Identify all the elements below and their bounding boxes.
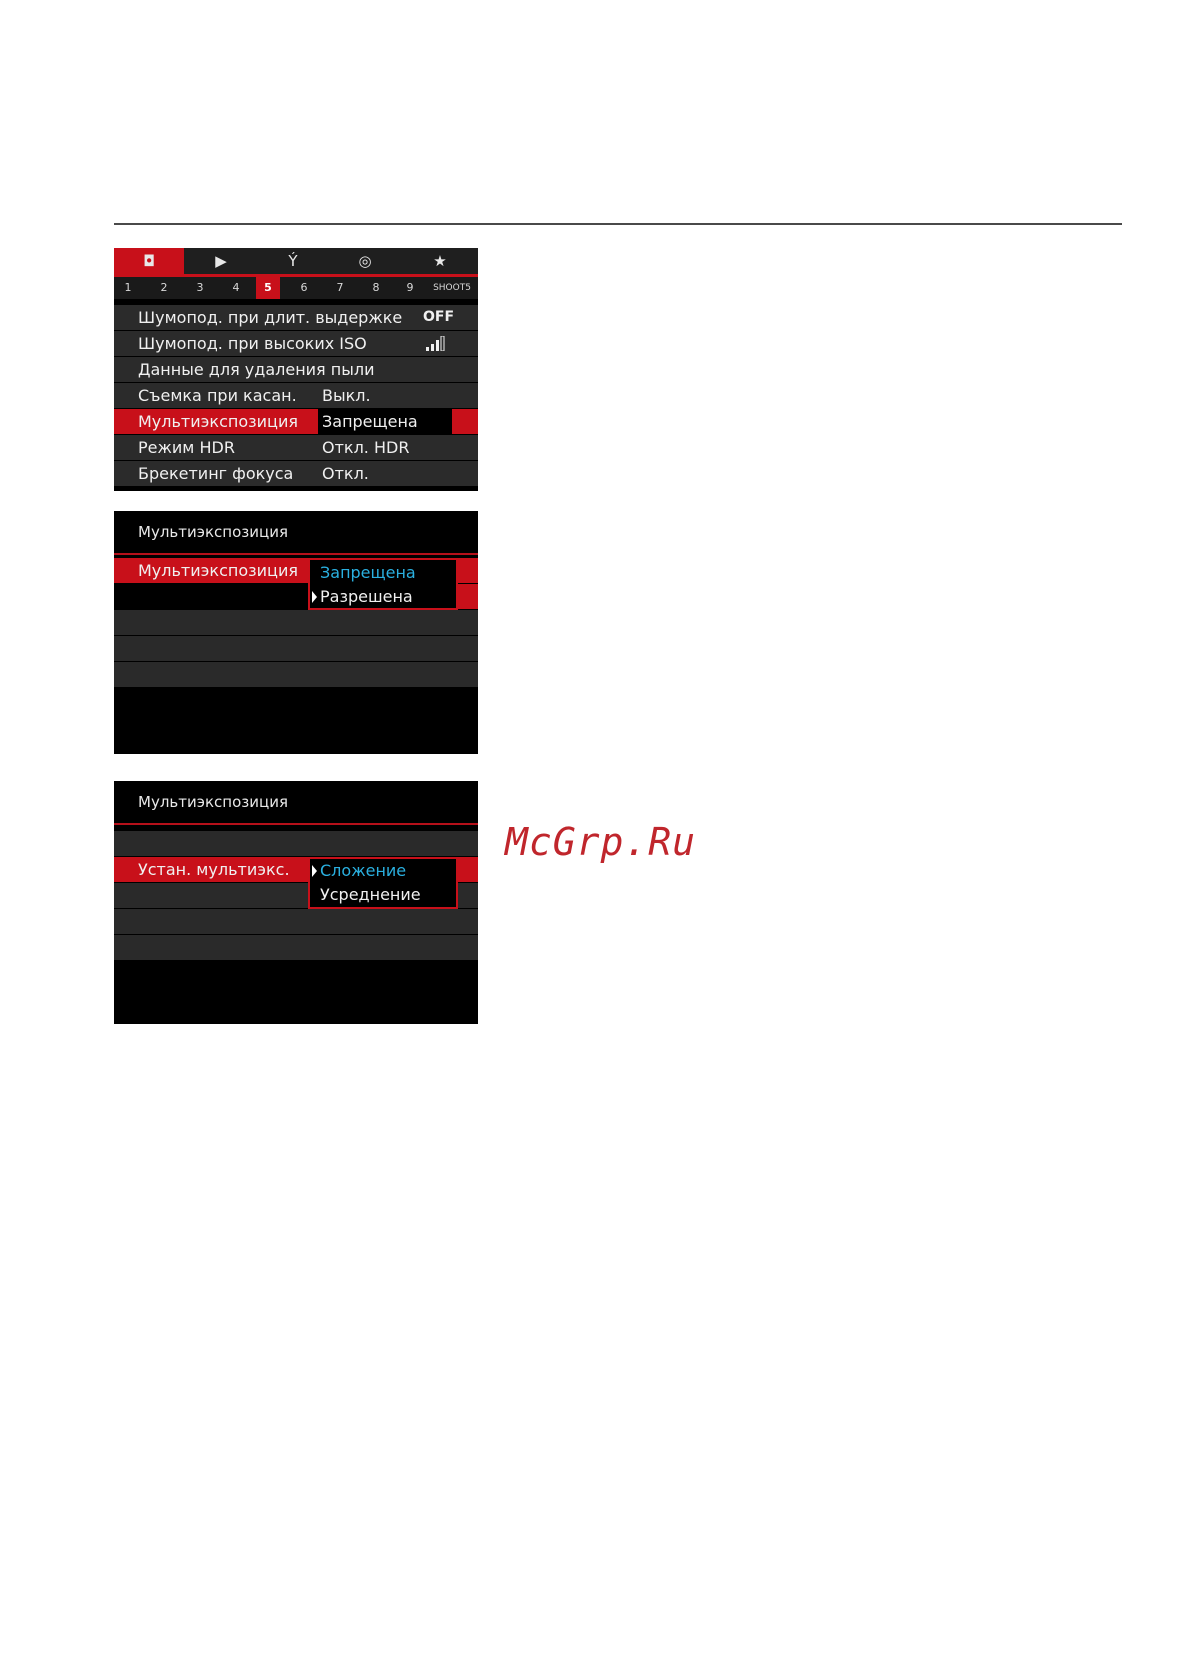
menu-item-value: OFF [423, 309, 455, 325]
page-1[interactable]: 1 [118, 277, 138, 299]
page-6[interactable]: 6 [294, 277, 314, 299]
option-additive[interactable]: Сложение [320, 859, 406, 883]
page-3[interactable]: 3 [190, 277, 210, 299]
option-enabled[interactable]: Разрешена [320, 585, 413, 609]
menu-item-label: Шумопод. при высоких ISO [138, 334, 367, 353]
page-5[interactable]: 5 [256, 277, 280, 299]
cursor-arrow-icon [312, 591, 317, 603]
menu-item-focus-bracketing[interactable]: Брекетинг фокуса Откл. [114, 461, 478, 486]
menu-item-label: Мультиэкспозиция [138, 412, 298, 431]
page-9[interactable]: 9 [400, 277, 420, 299]
nr-level-icon [426, 336, 445, 351]
menu-item-high-iso-nr[interactable]: Шумопод. при высоких ISO [114, 331, 478, 356]
menu-item-value: Запрещена [318, 409, 452, 434]
page-2[interactable]: 2 [154, 277, 174, 299]
empty-row [114, 909, 478, 934]
menu-item-touch-shutter[interactable]: Съемка при касан. Выкл. [114, 383, 478, 408]
menu-tab-bar: ◘ ▶ Ý ◎ ★ [114, 248, 478, 274]
scroll-indicator [458, 584, 478, 609]
setting-label: Устан. мультиэкс. [138, 860, 290, 879]
menu-item-label: Съемка при касан. [138, 386, 297, 405]
title-underline [114, 553, 478, 555]
menu-item-value: Откл. [322, 464, 369, 483]
screen-title: Мультиэкспозиция [138, 793, 288, 811]
custom-icon[interactable]: ◎ [330, 248, 400, 274]
cursor-arrow-icon [312, 865, 317, 877]
playback-icon[interactable]: ▶ [186, 248, 256, 274]
menu-item-label: Шумопод. при длит. выдержке [138, 308, 403, 327]
option-disabled[interactable]: Запрещена [320, 561, 416, 585]
camera-menu-screen: ◘ ▶ Ý ◎ ★ 1 2 3 4 5 6 7 8 9 SHOOT5 Шумоп… [114, 248, 478, 491]
menu-item-hdr-mode[interactable]: Режим HDR Откл. HDR [114, 435, 478, 460]
page-8[interactable]: 8 [366, 277, 386, 299]
menu-page-numbers: 1 2 3 4 5 6 7 8 9 SHOOT5 [114, 277, 478, 299]
empty-row [114, 636, 478, 661]
setting-label: Мультиэкспозиция [138, 561, 298, 580]
menu-item-multiple-exposure[interactable]: Мультиэкспозиция Запрещена [114, 409, 478, 434]
option-popup: Сложение Усреднение [308, 857, 458, 909]
empty-row [114, 935, 478, 960]
menu-item-value: Откл. HDR [322, 438, 410, 457]
wrench-icon[interactable]: Ý [258, 248, 328, 274]
menu-item-value: Выкл. [322, 386, 371, 405]
title-underline [114, 823, 478, 825]
empty-row [114, 831, 478, 856]
empty-row [114, 610, 478, 635]
menu-item-long-exposure-nr[interactable]: Шумопод. при длит. выдержке OFF [114, 305, 478, 330]
multiple-exposure-control-screen: Мультиэкспозиция Устан. мультиэкс. Сложе… [114, 781, 478, 1024]
multiple-exposure-screen: Мультиэкспозиция Мультиэкспозиция Запрещ… [114, 511, 478, 754]
menu-item-dust-delete-data[interactable]: Данные для удаления пыли [114, 357, 478, 382]
menu-item-label: Режим HDR [138, 438, 235, 457]
camera-icon[interactable]: ◘ [114, 248, 184, 274]
screen-title: Мультиэкспозиция [138, 523, 288, 541]
option-popup: Запрещена Разрешена [308, 558, 458, 610]
watermark-text: McGrp.Ru [505, 820, 697, 864]
page-7[interactable]: 7 [330, 277, 350, 299]
section-rule [114, 223, 1122, 225]
empty-row [114, 662, 478, 687]
page-4[interactable]: 4 [226, 277, 246, 299]
star-icon[interactable]: ★ [402, 248, 478, 274]
menu-item-label: Данные для удаления пыли [138, 360, 375, 379]
menu-item-label: Брекетинг фокуса [138, 464, 294, 483]
option-average[interactable]: Усреднение [320, 883, 421, 907]
page-shoot5[interactable]: SHOOT5 [432, 277, 472, 299]
